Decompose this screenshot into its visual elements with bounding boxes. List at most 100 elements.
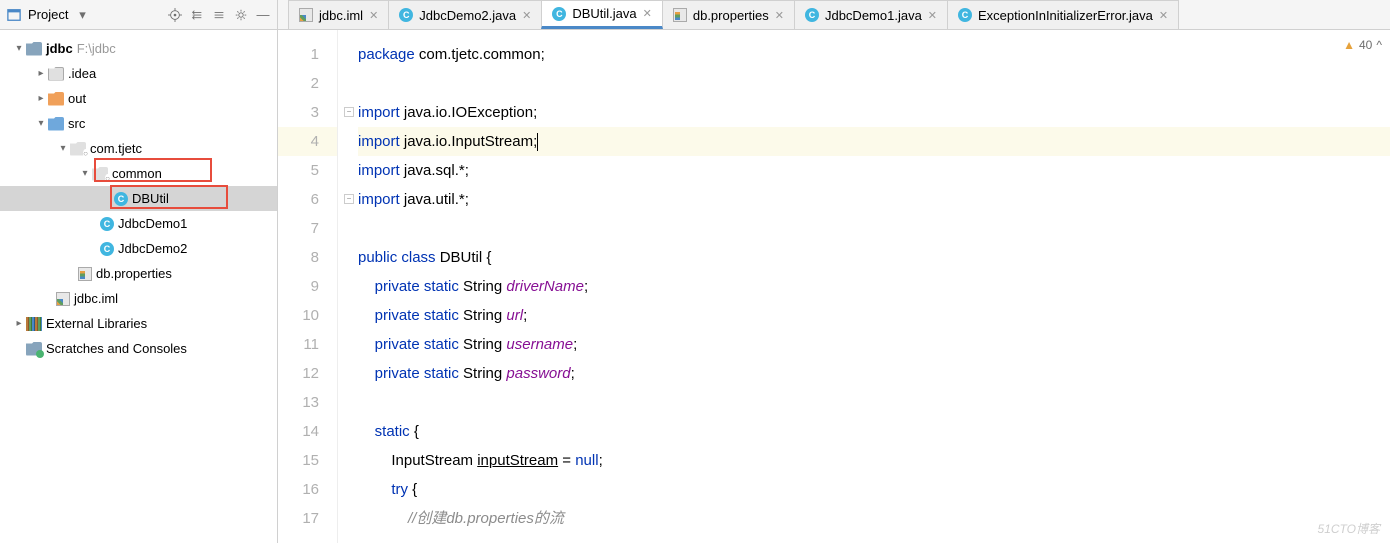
chevron-right-icon[interactable]: ▸ bbox=[34, 93, 48, 104]
tree-iml[interactable]: jdbc.iml bbox=[0, 286, 277, 311]
tab-dbutil[interactable]: DBUtil.java ✕ bbox=[541, 0, 663, 29]
project-label: Project bbox=[28, 7, 68, 22]
chevron-down-icon[interactable]: ▾ bbox=[56, 143, 70, 154]
line-number: 3 bbox=[278, 98, 337, 127]
line-number: 13 bbox=[278, 388, 337, 417]
package-icon bbox=[70, 142, 86, 156]
tab-label: DBUtil.java bbox=[572, 6, 636, 21]
close-icon[interactable]: ✕ bbox=[928, 9, 937, 22]
close-icon[interactable]: ✕ bbox=[369, 9, 378, 22]
inspection-status[interactable]: ▲ 40 ^ bbox=[1343, 38, 1382, 52]
expand-all-icon[interactable] bbox=[189, 7, 205, 23]
line-number: 10 bbox=[278, 301, 337, 330]
tree-idea[interactable]: ▸ .idea bbox=[0, 61, 277, 86]
tree-label: db.properties bbox=[96, 266, 172, 281]
line-number: 7 bbox=[278, 214, 337, 243]
module-folder-icon bbox=[26, 42, 42, 56]
project-view-icon[interactable] bbox=[6, 7, 22, 23]
code-line bbox=[358, 214, 1390, 243]
tab-label: JdbcDemo2.java bbox=[419, 8, 516, 23]
tab-jdbc-iml[interactable]: jdbc.iml ✕ bbox=[288, 0, 389, 29]
chevron-down-icon[interactable]: ▾ bbox=[12, 43, 26, 54]
chevron-down-icon[interactable]: ▾ bbox=[34, 118, 48, 129]
tree-jd1[interactable]: JdbcDemo1 bbox=[0, 211, 277, 236]
close-icon[interactable]: ✕ bbox=[643, 7, 652, 20]
locate-icon[interactable] bbox=[167, 7, 183, 23]
close-icon[interactable]: ✕ bbox=[1159, 9, 1168, 22]
project-tree[interactable]: ▾ jdbc F:\jdbc ▸ .idea ▸ out ▾ src ▾ com.tjetc… bbox=[0, 30, 278, 543]
line-gutter: 1 2 3 4 5 6 7 8 9 10 11 12 13 14 15 16 1… bbox=[278, 30, 338, 543]
settings-icon[interactable] bbox=[233, 7, 249, 23]
chevron-right-icon[interactable]: ▸ bbox=[34, 68, 48, 79]
tree-common[interactable]: ▾common bbox=[0, 161, 277, 186]
dropdown-icon[interactable]: ▾ bbox=[74, 7, 90, 23]
tree-label: Scratches and Consoles bbox=[46, 341, 187, 356]
code-line bbox=[358, 388, 1390, 417]
tree-label: jdbc bbox=[46, 41, 73, 56]
src-folder-icon bbox=[48, 117, 64, 131]
fold-icon[interactable]: − bbox=[344, 194, 354, 204]
collapse-all-icon[interactable] bbox=[211, 7, 227, 23]
tab-label: jdbc.iml bbox=[319, 8, 363, 23]
tree-label: com.tjetc bbox=[90, 141, 142, 156]
properties-file-icon bbox=[673, 8, 687, 22]
tree-scratches[interactable]: Scratches and Consoles bbox=[0, 336, 277, 361]
chevron-down-icon[interactable]: ▾ bbox=[78, 168, 92, 179]
code-area[interactable]: package com.tjetc.common; −import java.i… bbox=[338, 30, 1390, 543]
out-folder-icon bbox=[48, 92, 64, 106]
fold-icon[interactable]: − bbox=[344, 107, 354, 117]
tab-exception[interactable]: ExceptionInInitializerError.java✕ bbox=[947, 0, 1179, 29]
chevron-right-icon[interactable]: ▸ bbox=[12, 318, 26, 329]
line-number: 5 bbox=[278, 156, 337, 185]
tab-jdbcdemo1[interactable]: JdbcDemo1.java✕ bbox=[794, 0, 948, 29]
class-icon bbox=[100, 242, 114, 256]
tab-dbproperties[interactable]: db.properties ✕ bbox=[662, 0, 795, 29]
main-area: ▾ jdbc F:\jdbc ▸ .idea ▸ out ▾ src ▾ com.tjetc… bbox=[0, 30, 1390, 543]
line-number: 11 bbox=[278, 330, 337, 359]
code-line: static { bbox=[358, 417, 1390, 446]
tree-jd2[interactable]: JdbcDemo2 bbox=[0, 236, 277, 261]
tree-dbprop[interactable]: db.properties bbox=[0, 261, 277, 286]
tree-label: jdbc.iml bbox=[74, 291, 118, 306]
tree-label: out bbox=[68, 91, 86, 106]
code-line: package com.tjetc.common; bbox=[358, 40, 1390, 69]
editor-tabs: jdbc.iml ✕ JdbcDemo2.java ✕ DBUtil.java ✕ d… bbox=[278, 0, 1390, 29]
tree-root[interactable]: ▾ jdbc F:\jdbc bbox=[0, 36, 277, 61]
code-line: private static String url; bbox=[358, 301, 1390, 330]
tree-dbutil[interactable]: DBUtil bbox=[0, 186, 277, 211]
close-icon[interactable]: ✕ bbox=[775, 9, 784, 22]
code-editor[interactable]: 1 2 3 4 5 6 7 8 9 10 11 12 13 14 15 16 1… bbox=[278, 30, 1390, 543]
line-number: 16 bbox=[278, 475, 337, 504]
watermark: 51CTO博客 bbox=[1318, 520, 1380, 537]
tab-jdbcdemo2[interactable]: JdbcDemo2.java ✕ bbox=[388, 0, 542, 29]
tree-label: JdbcDemo2 bbox=[118, 241, 187, 256]
tree-out[interactable]: ▸ out bbox=[0, 86, 277, 111]
code-line: public class DBUtil { bbox=[358, 243, 1390, 272]
tree-label: src bbox=[68, 116, 85, 131]
tree-label: .idea bbox=[68, 66, 96, 81]
tree-path: F:\jdbc bbox=[77, 41, 116, 56]
warning-count: 40 bbox=[1359, 38, 1372, 52]
iml-file-icon bbox=[299, 8, 313, 22]
line-number: 9 bbox=[278, 272, 337, 301]
close-icon[interactable]: ✕ bbox=[522, 9, 531, 22]
class-file-icon bbox=[958, 8, 972, 22]
code-line: −import java.io.IOException; bbox=[358, 98, 1390, 127]
tree-pkg[interactable]: ▾ com.tjetc bbox=[0, 136, 277, 161]
folder-icon bbox=[48, 67, 64, 81]
tree-label: JdbcDemo1 bbox=[118, 216, 187, 231]
text-caret bbox=[537, 133, 538, 151]
tab-label: db.properties bbox=[693, 8, 769, 23]
line-number: 12 bbox=[278, 359, 337, 388]
line-number: 2 bbox=[278, 69, 337, 98]
line-number: 8 bbox=[278, 243, 337, 272]
project-toolbar: Project ▾ — bbox=[0, 0, 278, 29]
hide-icon[interactable]: — bbox=[255, 7, 271, 23]
code-line: InputStream inputStream = null; bbox=[358, 446, 1390, 475]
libraries-icon bbox=[26, 317, 42, 331]
code-line: private static String password; bbox=[358, 359, 1390, 388]
code-line: private static String driverName; bbox=[358, 272, 1390, 301]
chevron-up-icon[interactable]: ^ bbox=[1376, 38, 1382, 52]
tree-external[interactable]: ▸External Libraries bbox=[0, 311, 277, 336]
tree-src[interactable]: ▾ src bbox=[0, 111, 277, 136]
